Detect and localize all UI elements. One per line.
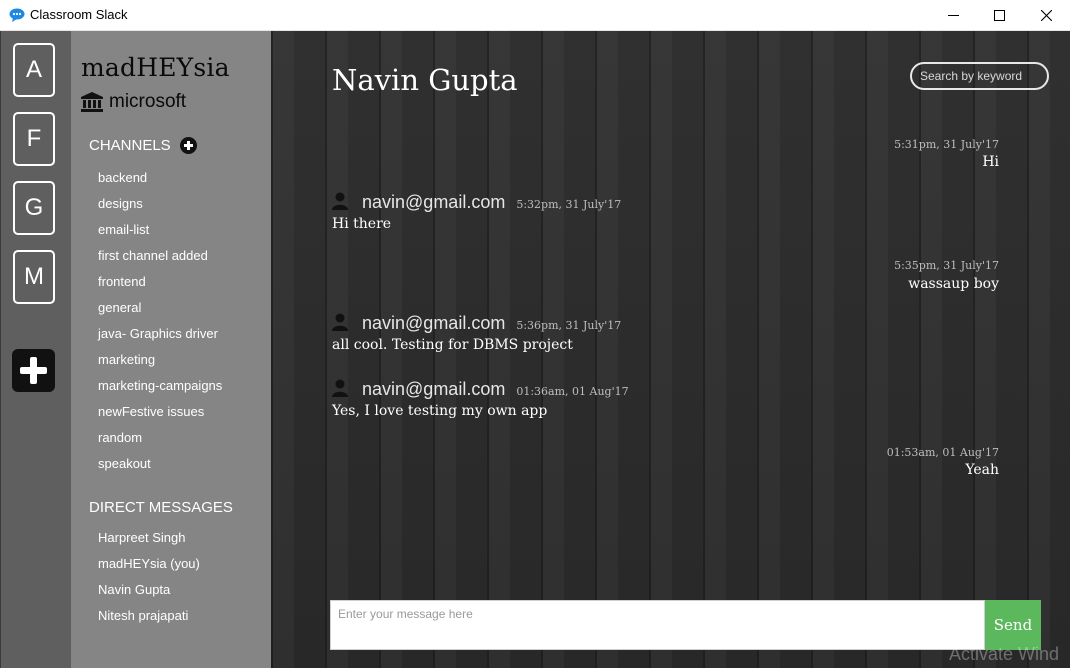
send-button[interactable]: Send <box>985 600 1041 650</box>
dm-item-harpreet-singh[interactable]: Harpreet Singh <box>98 530 185 545</box>
message-sender: navin@gmail.com <box>362 379 506 399</box>
app-logo-icon <box>9 8 25 22</box>
channels-heading: CHANNELS <box>89 137 171 154</box>
dm-item-navin-gupta[interactable]: Navin Gupta <box>98 582 170 597</box>
workspace-button-a[interactable]: A <box>13 43 55 97</box>
window-titlebar: Classroom Slack <box>0 0 1070 31</box>
channel-item-newfestive-issues[interactable]: newFestive issues <box>98 404 204 419</box>
close-button[interactable] <box>1023 0 1069 30</box>
window-title: Classroom Slack <box>30 7 128 22</box>
channel-item-email-list[interactable]: email-list <box>98 222 149 237</box>
dm-item-nitesh-prajapati[interactable]: Nitesh prajapati <box>98 608 188 623</box>
institution-icon <box>81 92 103 112</box>
activation-watermark: Activate Wind <box>949 644 1060 664</box>
channel-item-random[interactable]: random <box>98 430 142 445</box>
channel-item-backend[interactable]: backend <box>98 170 147 185</box>
maximize-icon <box>993 9 1005 21</box>
channel-item-marketing[interactable]: marketing <box>98 352 155 367</box>
message-header: navin@gmail.com 5:32pm, 31 July'17 <box>332 190 621 213</box>
direct-messages-heading: DIRECT MESSAGES <box>89 499 233 516</box>
message-text: Yeah <box>965 462 999 478</box>
channel-item-designs[interactable]: designs <box>98 196 143 211</box>
message-input[interactable] <box>330 600 985 650</box>
channel-item-java-graphics-driver[interactable]: java- Graphics driver <box>98 326 218 341</box>
chat-title: Navin Gupta <box>332 63 518 97</box>
workspace-button-m[interactable]: M <box>13 250 55 304</box>
channel-item-frontend[interactable]: frontend <box>98 274 146 289</box>
channel-item-marketing-campaigns[interactable]: marketing-campaigns <box>98 378 222 393</box>
add-workspace-button[interactable] <box>12 349 55 392</box>
org-name: microsoft <box>109 91 187 112</box>
message-text: all cool. Testing for DBMS project <box>332 337 573 353</box>
message-sender: navin@gmail.com <box>362 313 506 333</box>
user-icon <box>332 313 348 331</box>
message-header: navin@gmail.com 01:36am, 01 Aug'17 <box>332 377 629 400</box>
message-text: Yes, I love testing my own app <box>332 403 548 419</box>
user-icon <box>332 192 348 210</box>
message-text: Hi <box>982 154 999 170</box>
channel-item-general[interactable]: general <box>98 300 141 315</box>
message-timestamp: 5:35pm, 31 July'17 <box>894 259 999 272</box>
message-timestamp: 01:36am, 01 Aug'17 <box>516 385 629 398</box>
user-icon <box>332 379 348 397</box>
message-timestamp: 5:31pm, 31 July'17 <box>894 138 999 151</box>
add-channel-button[interactable] <box>180 137 197 154</box>
chat-panel: Navin Gupta 5:31pm, 31 July'17 Hi navin@… <box>271 31 1070 668</box>
message-timestamp: 01:53am, 01 Aug'17 <box>886 446 999 459</box>
dm-item-madheysia[interactable]: madHEYsia (you) <box>98 556 200 571</box>
team-name: madHEYsia <box>81 53 230 82</box>
message-timestamp: 5:36pm, 31 July'17 <box>516 319 622 332</box>
search-input[interactable] <box>910 62 1049 90</box>
minimize-button[interactable] <box>930 0 976 30</box>
workspace-rail: A F G M <box>0 31 71 668</box>
minimize-icon <box>947 14 959 16</box>
workspace-button-g[interactable]: G <box>13 181 55 235</box>
maximize-button[interactable] <box>976 0 1022 30</box>
channel-item-first-channel-added[interactable]: first channel added <box>98 248 208 263</box>
message-sender: navin@gmail.com <box>362 192 506 212</box>
message-text: wassaup boy <box>908 276 999 292</box>
workspace-button-f[interactable]: F <box>13 112 55 166</box>
message-header: navin@gmail.com 5:36pm, 31 July'17 <box>332 311 621 334</box>
org-row: microsoft <box>81 91 186 113</box>
message-text: Hi there <box>332 216 392 232</box>
close-icon <box>1040 9 1052 21</box>
channel-item-speakout[interactable]: speakout <box>98 456 151 471</box>
sidebar: madHEYsia microsoft CHANNELS backend des… <box>71 31 271 668</box>
message-timestamp: 5:32pm, 31 July'17 <box>516 198 622 211</box>
